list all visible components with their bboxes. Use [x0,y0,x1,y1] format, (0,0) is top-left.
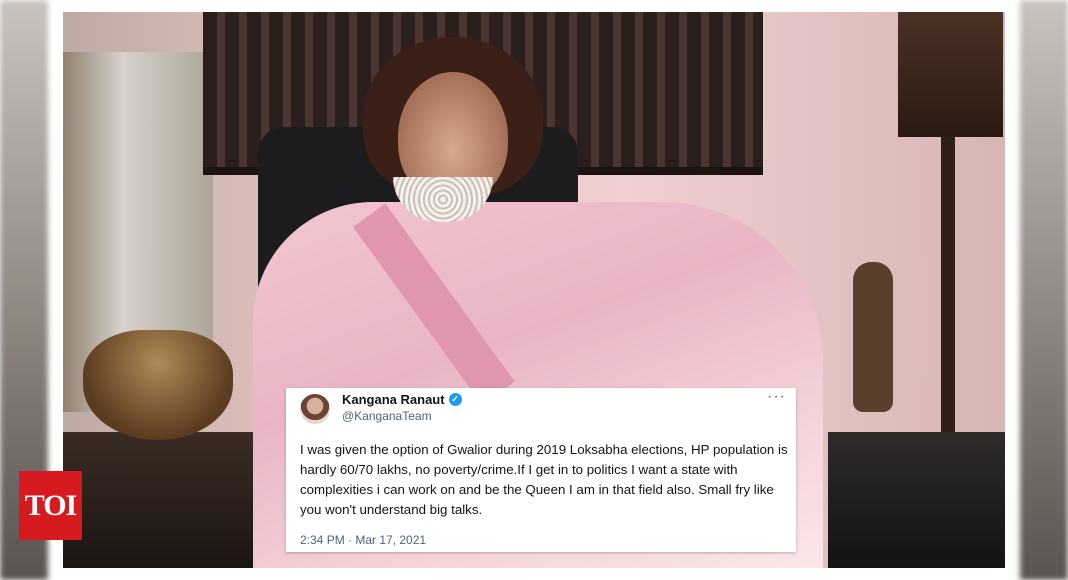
brass-vase [853,262,893,412]
blurred-edge-right [1020,0,1068,580]
verified-check-icon: ✓ [448,393,462,406]
dark-cabinet [828,432,1005,568]
brass-bowl [83,330,233,440]
more-options-icon[interactable]: ··· [767,388,786,406]
tweet-author: Kangana Ranaut ✓ [342,392,462,407]
lamp-shade [898,12,1003,137]
toi-logo-badge: TOI [19,471,82,540]
avatar [300,394,330,424]
author-handle: @KanganaTeam [342,409,432,423]
tweet-timestamp: 2:34 PM · Mar 17, 2021 [300,533,427,547]
tweet-card: Kangana Ranaut ✓ @KanganaTeam ··· I was … [286,388,796,552]
tweet-text: I was given the option of Gwalior during… [300,442,788,517]
author-name: Kangana Ranaut [342,392,445,407]
